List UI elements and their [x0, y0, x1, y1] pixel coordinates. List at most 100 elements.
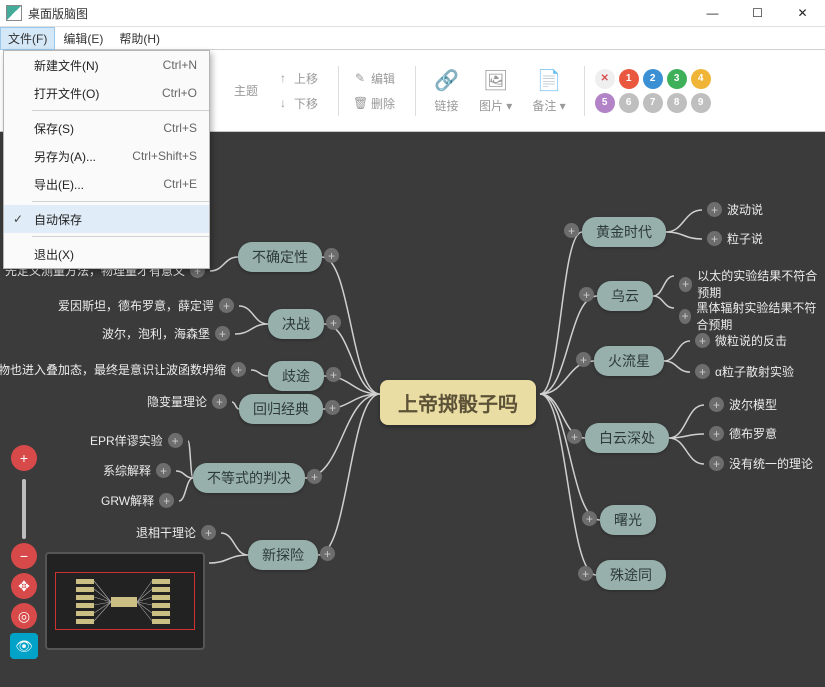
menuitem-save[interactable]: 保存(S) Ctrl+S — [4, 114, 209, 142]
expand-icon[interactable]: + — [679, 309, 691, 324]
priority-swatch[interactable]: 2 — [643, 69, 663, 89]
detail-node[interactable]: +德布罗意 — [704, 425, 777, 442]
expand-icon[interactable]: + — [579, 287, 594, 302]
zoom-out-button[interactable]: − — [11, 543, 37, 569]
priority-swatch[interactable]: ✕ — [595, 69, 615, 89]
topic-node[interactable]: 乌云 — [597, 281, 653, 311]
topic-node[interactable]: 殊途同 — [596, 560, 666, 590]
move-down-button[interactable]: ↓下移 — [270, 91, 324, 116]
priority-swatch[interactable]: 8 — [667, 93, 687, 113]
expand-icon[interactable]: + — [695, 364, 710, 379]
priority-swatch[interactable]: 4 — [691, 69, 711, 89]
expand-icon[interactable]: + — [582, 511, 597, 526]
image-button[interactable]: 🖼 图片 ▾ — [479, 68, 512, 114]
detail-node[interactable]: +以太的实验结果不符合预期 — [674, 267, 825, 301]
detail-node[interactable]: +微粒说的反击 — [690, 332, 787, 349]
expand-icon[interactable]: + — [707, 202, 722, 217]
detail-node[interactable]: 波尔，泡利，海森堡+ — [102, 325, 235, 342]
detail-node[interactable]: 爱因斯坦，德布罗意，薛定谔+ — [58, 297, 239, 314]
topic-node[interactable]: 不确定性 — [238, 242, 322, 272]
detail-node[interactable]: +粒子说 — [702, 230, 763, 247]
expand-icon[interactable]: + — [325, 400, 340, 415]
minimap-viewport[interactable] — [55, 572, 195, 630]
topic-node[interactable]: 白云深处 — [585, 423, 669, 453]
priority-swatch[interactable]: 6 — [619, 93, 639, 113]
expand-icon[interactable]: + — [324, 248, 339, 263]
topic-node[interactable]: 黄金时代 — [582, 217, 666, 247]
expand-icon[interactable]: + — [159, 493, 174, 508]
topic-node[interactable]: 歧途 — [268, 361, 324, 391]
detail-node[interactable]: +α粒子散射实验 — [690, 363, 794, 380]
maximize-button[interactable]: ☐ — [735, 0, 780, 27]
topic-node[interactable]: 回归经典 — [239, 394, 323, 424]
detail-node[interactable]: 系综解释+ — [103, 462, 176, 479]
expand-icon[interactable]: + — [231, 362, 246, 377]
menu-file[interactable]: 文件(F) — [0, 27, 55, 50]
expand-icon[interactable]: + — [326, 315, 341, 330]
detail-node[interactable]: 隐变量理论+ — [147, 393, 232, 410]
expand-icon[interactable]: + — [156, 463, 171, 478]
minimize-button[interactable]: — — [690, 0, 735, 27]
menu-edit[interactable]: 编辑(E) — [55, 27, 111, 50]
expand-icon[interactable]: + — [326, 367, 341, 382]
priority-swatch[interactable]: 3 — [667, 69, 687, 89]
menu-help[interactable]: 帮助(H) — [111, 27, 168, 50]
detail-node[interactable]: +波尔模型 — [704, 396, 777, 413]
expand-icon[interactable]: + — [578, 566, 593, 581]
priority-swatch[interactable]: 9 — [691, 93, 711, 113]
expand-icon[interactable]: + — [215, 326, 230, 341]
expand-icon[interactable]: + — [709, 426, 724, 441]
topic-node[interactable]: 不等式的判决 — [193, 463, 305, 493]
topic-node[interactable]: 新探险 — [248, 540, 318, 570]
topic-node[interactable]: 曙光 — [600, 505, 656, 535]
priority-swatch[interactable]: 7 — [643, 93, 663, 113]
menuitem-accel: Ctrl+O — [162, 86, 209, 100]
locate-button[interactable]: ◎ — [11, 603, 37, 629]
move-up-button[interactable]: ↑上移 — [270, 66, 324, 91]
expand-icon[interactable]: + — [212, 394, 227, 409]
topic-node[interactable]: 决战 — [268, 309, 324, 339]
expand-icon[interactable]: + — [576, 352, 591, 367]
close-button[interactable]: ✕ — [780, 0, 825, 27]
expand-icon[interactable]: + — [709, 397, 724, 412]
expand-icon[interactable]: + — [201, 525, 216, 540]
menu-separator — [32, 110, 209, 111]
expand-icon[interactable]: + — [564, 223, 579, 238]
minimap-toggle-button[interactable]: 👁 — [10, 633, 38, 659]
menuitem-autosave[interactable]: ✓ 自动保存 — [4, 205, 209, 233]
menuitem-export[interactable]: 导出(E)... Ctrl+E — [4, 170, 209, 198]
menuitem-save-as[interactable]: 另存为(A)... Ctrl+Shift+S — [4, 142, 209, 170]
detail-node[interactable]: +波动说 — [702, 201, 763, 218]
center-node[interactable]: 上帝掷骰子吗 — [380, 380, 536, 425]
priority-swatch[interactable]: 1 — [619, 69, 639, 89]
expand-icon[interactable]: + — [168, 433, 183, 448]
menuitem-open-file[interactable]: 打开文件(O) Ctrl+O — [4, 79, 209, 107]
expand-icon[interactable]: + — [219, 298, 234, 313]
detail-node[interactable]: +黑体辐射实验结果不符合预期 — [674, 299, 825, 333]
edit-button[interactable]: ✎编辑 — [347, 66, 401, 91]
expand-icon[interactable]: + — [307, 469, 322, 484]
detail-node[interactable]: 退相干理论+ — [136, 524, 221, 541]
menuitem-new-file[interactable]: 新建文件(N) Ctrl+N — [4, 51, 209, 79]
pan-button[interactable]: ✥ — [11, 573, 37, 599]
detail-node[interactable]: +没有统一的理论 — [704, 455, 813, 472]
menuitem-exit[interactable]: 退出(X) — [4, 240, 209, 268]
zoom-slider[interactable] — [22, 479, 26, 539]
expand-icon[interactable]: + — [679, 277, 692, 292]
delete-button[interactable]: 🗑删除 — [347, 91, 401, 116]
expand-icon[interactable]: + — [707, 231, 722, 246]
expand-icon[interactable]: + — [695, 333, 710, 348]
note-button[interactable]: 📄 备注 ▾ — [532, 68, 565, 114]
detail-node[interactable]: EPR佯谬实验+ — [90, 432, 188, 449]
expand-icon[interactable]: + — [567, 429, 582, 444]
detail-node[interactable]: GRW解释+ — [101, 492, 179, 509]
zoom-in-button[interactable]: + — [11, 445, 37, 471]
expand-icon[interactable]: + — [709, 456, 724, 471]
detail-node[interactable]: 物也进入叠加态，最终是意识让波函数坍缩+ — [0, 361, 251, 378]
link-button[interactable]: 🔗 链接 — [434, 68, 459, 114]
expand-icon[interactable]: + — [320, 546, 335, 561]
topic-node[interactable]: 火流星 — [594, 346, 664, 376]
minimap[interactable] — [45, 552, 205, 650]
topic-button[interactable]: 主题 — [210, 78, 264, 103]
priority-swatch[interactable]: 5 — [595, 93, 615, 113]
